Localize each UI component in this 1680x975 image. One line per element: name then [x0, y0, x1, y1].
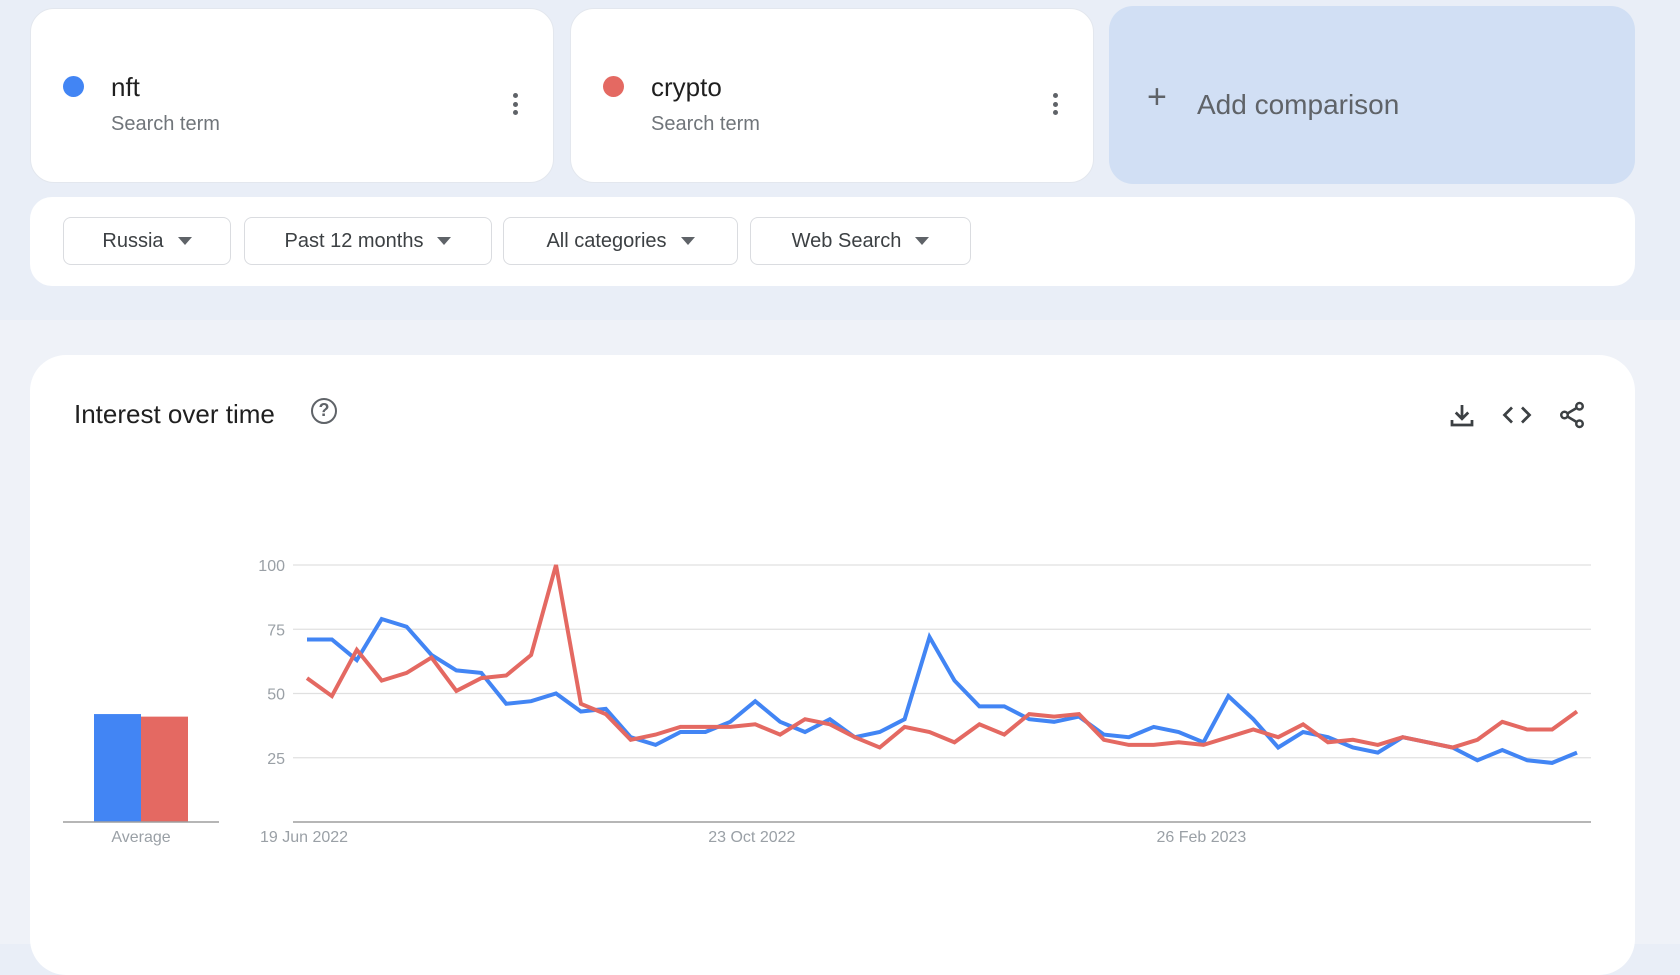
average-label: Average [111, 829, 170, 846]
y-tick-label: 25 [267, 751, 285, 768]
y-tick-label: 50 [267, 687, 285, 704]
average-bar-nft [94, 714, 141, 822]
average-bar-crypto [141, 716, 188, 822]
x-tick-label: 19 Jun 2022 [260, 829, 348, 846]
x-tick-label: 26 Feb 2023 [1156, 829, 1246, 846]
y-tick-label: 100 [258, 558, 285, 575]
line-chart: 25 50 75 100 Average 19 Jun 2022 23 Oct 2022… [63, 558, 1591, 846]
y-tick-label: 75 [267, 622, 285, 639]
x-tick-label: 23 Oct 2022 [708, 829, 795, 846]
